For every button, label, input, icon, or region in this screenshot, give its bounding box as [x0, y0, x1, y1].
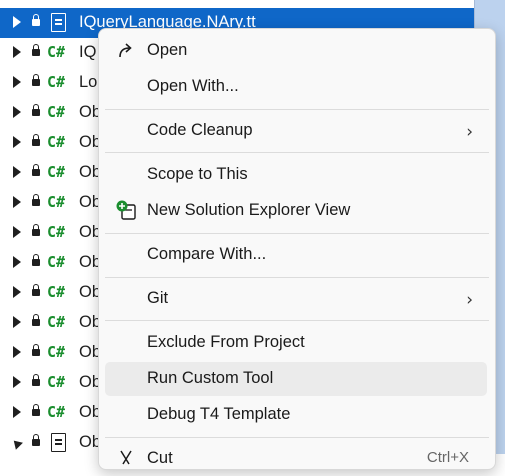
expand-arrow-icon[interactable] [13, 286, 21, 298]
expand-arrow-icon[interactable] [13, 46, 21, 58]
menu-item-label: Cut [147, 449, 173, 467]
csharp-file-icon: C# [47, 373, 66, 391]
new-solution-explorer-icon [116, 200, 136, 220]
menu-item-label: Compare With... [147, 245, 267, 263]
csharp-file-icon: C# [47, 43, 66, 61]
template-file-icon [51, 13, 66, 32]
menu-separator [105, 277, 489, 278]
lock-icon [32, 74, 40, 86]
menu-item-scope-to-this[interactable]: Scope to This [105, 158, 487, 192]
collapse-arrow-icon[interactable] [10, 437, 23, 450]
tree-item-label: IQ [79, 43, 97, 61]
menu-item-label: Code Cleanup [147, 121, 253, 139]
lock-icon [32, 164, 40, 176]
csharp-file-icon: C# [47, 403, 66, 421]
menu-item-label: Debug T4 Template [147, 405, 291, 423]
menu-item-label: Open With... [147, 77, 239, 95]
csharp-file-icon: C# [47, 73, 66, 91]
chevron-right-icon: › [466, 122, 473, 142]
menu-item-cut[interactable]: Cut Ctrl+X [105, 442, 487, 476]
menu-item-label: Open [147, 41, 188, 59]
expand-arrow-icon[interactable] [13, 316, 21, 328]
expand-arrow-icon[interactable] [13, 406, 21, 418]
lock-icon [32, 314, 40, 326]
lock-icon [32, 434, 40, 446]
expand-arrow-icon[interactable] [13, 256, 21, 268]
menu-item-compare-with[interactable]: Compare With... [105, 238, 487, 272]
context-menu: Open Open With... Code Cleanup › Scope t… [98, 28, 496, 470]
csharp-file-icon: C# [47, 283, 66, 301]
menu-item-label: Exclude From Project [147, 333, 305, 351]
expand-arrow-icon[interactable] [13, 346, 21, 358]
menu-item-new-solution-explorer-view[interactable]: New Solution Explorer View [105, 194, 487, 228]
menu-item-label: Git [147, 289, 169, 307]
expand-arrow-icon[interactable] [13, 226, 21, 238]
menu-item-label: Scope to This [147, 165, 248, 183]
lock-icon [32, 344, 40, 356]
expand-arrow-icon[interactable] [13, 376, 21, 388]
menu-item-debug-t4-template[interactable]: Debug T4 Template [105, 398, 487, 432]
expand-arrow-icon[interactable] [13, 76, 21, 88]
csharp-file-icon: C# [47, 163, 66, 181]
tree-item-label: Lo [79, 73, 98, 91]
csharp-file-icon: C# [47, 253, 66, 271]
template-file-icon [51, 433, 66, 452]
csharp-file-icon: C# [47, 223, 66, 241]
lock-icon [32, 374, 40, 386]
expand-arrow-icon[interactable] [13, 136, 21, 148]
lock-icon [32, 284, 40, 296]
lock-icon [32, 194, 40, 206]
lock-icon [32, 104, 40, 116]
menu-item-open-with[interactable]: Open With... [105, 70, 487, 104]
lock-icon [32, 14, 40, 26]
menu-item-label: New Solution Explorer View [147, 201, 351, 219]
expand-arrow-icon[interactable] [13, 196, 21, 208]
csharp-file-icon: C# [47, 103, 66, 121]
lock-icon [32, 404, 40, 416]
menu-separator [105, 437, 489, 438]
menu-item-exclude-from-project[interactable]: Exclude From Project [105, 326, 487, 360]
menu-item-git[interactable]: Git › [105, 282, 487, 316]
csharp-file-icon: C# [47, 343, 66, 361]
menu-item-run-custom-tool[interactable]: Run Custom Tool [105, 362, 487, 396]
csharp-file-icon: C# [47, 193, 66, 211]
lock-icon [32, 44, 40, 56]
menu-item-open[interactable]: Open [105, 34, 487, 68]
menu-separator [105, 109, 489, 110]
chevron-right-icon: › [466, 290, 473, 310]
lock-icon [32, 254, 40, 266]
menu-item-shortcut: Ctrl+X [426, 449, 469, 466]
menu-item-code-cleanup[interactable]: Code Cleanup › [105, 114, 487, 148]
menu-separator [105, 233, 489, 234]
menu-item-label: Run Custom Tool [147, 369, 274, 387]
menu-separator [105, 152, 489, 153]
csharp-file-icon: C# [47, 313, 66, 331]
menu-separator [105, 320, 489, 321]
lock-icon [32, 134, 40, 146]
cut-icon [120, 450, 132, 465]
open-arrow-icon [119, 43, 132, 58]
lock-icon [32, 224, 40, 236]
csharp-file-icon: C# [47, 133, 66, 151]
expand-arrow-icon[interactable] [13, 16, 21, 28]
expand-arrow-icon[interactable] [13, 106, 21, 118]
expand-arrow-icon[interactable] [13, 166, 21, 178]
